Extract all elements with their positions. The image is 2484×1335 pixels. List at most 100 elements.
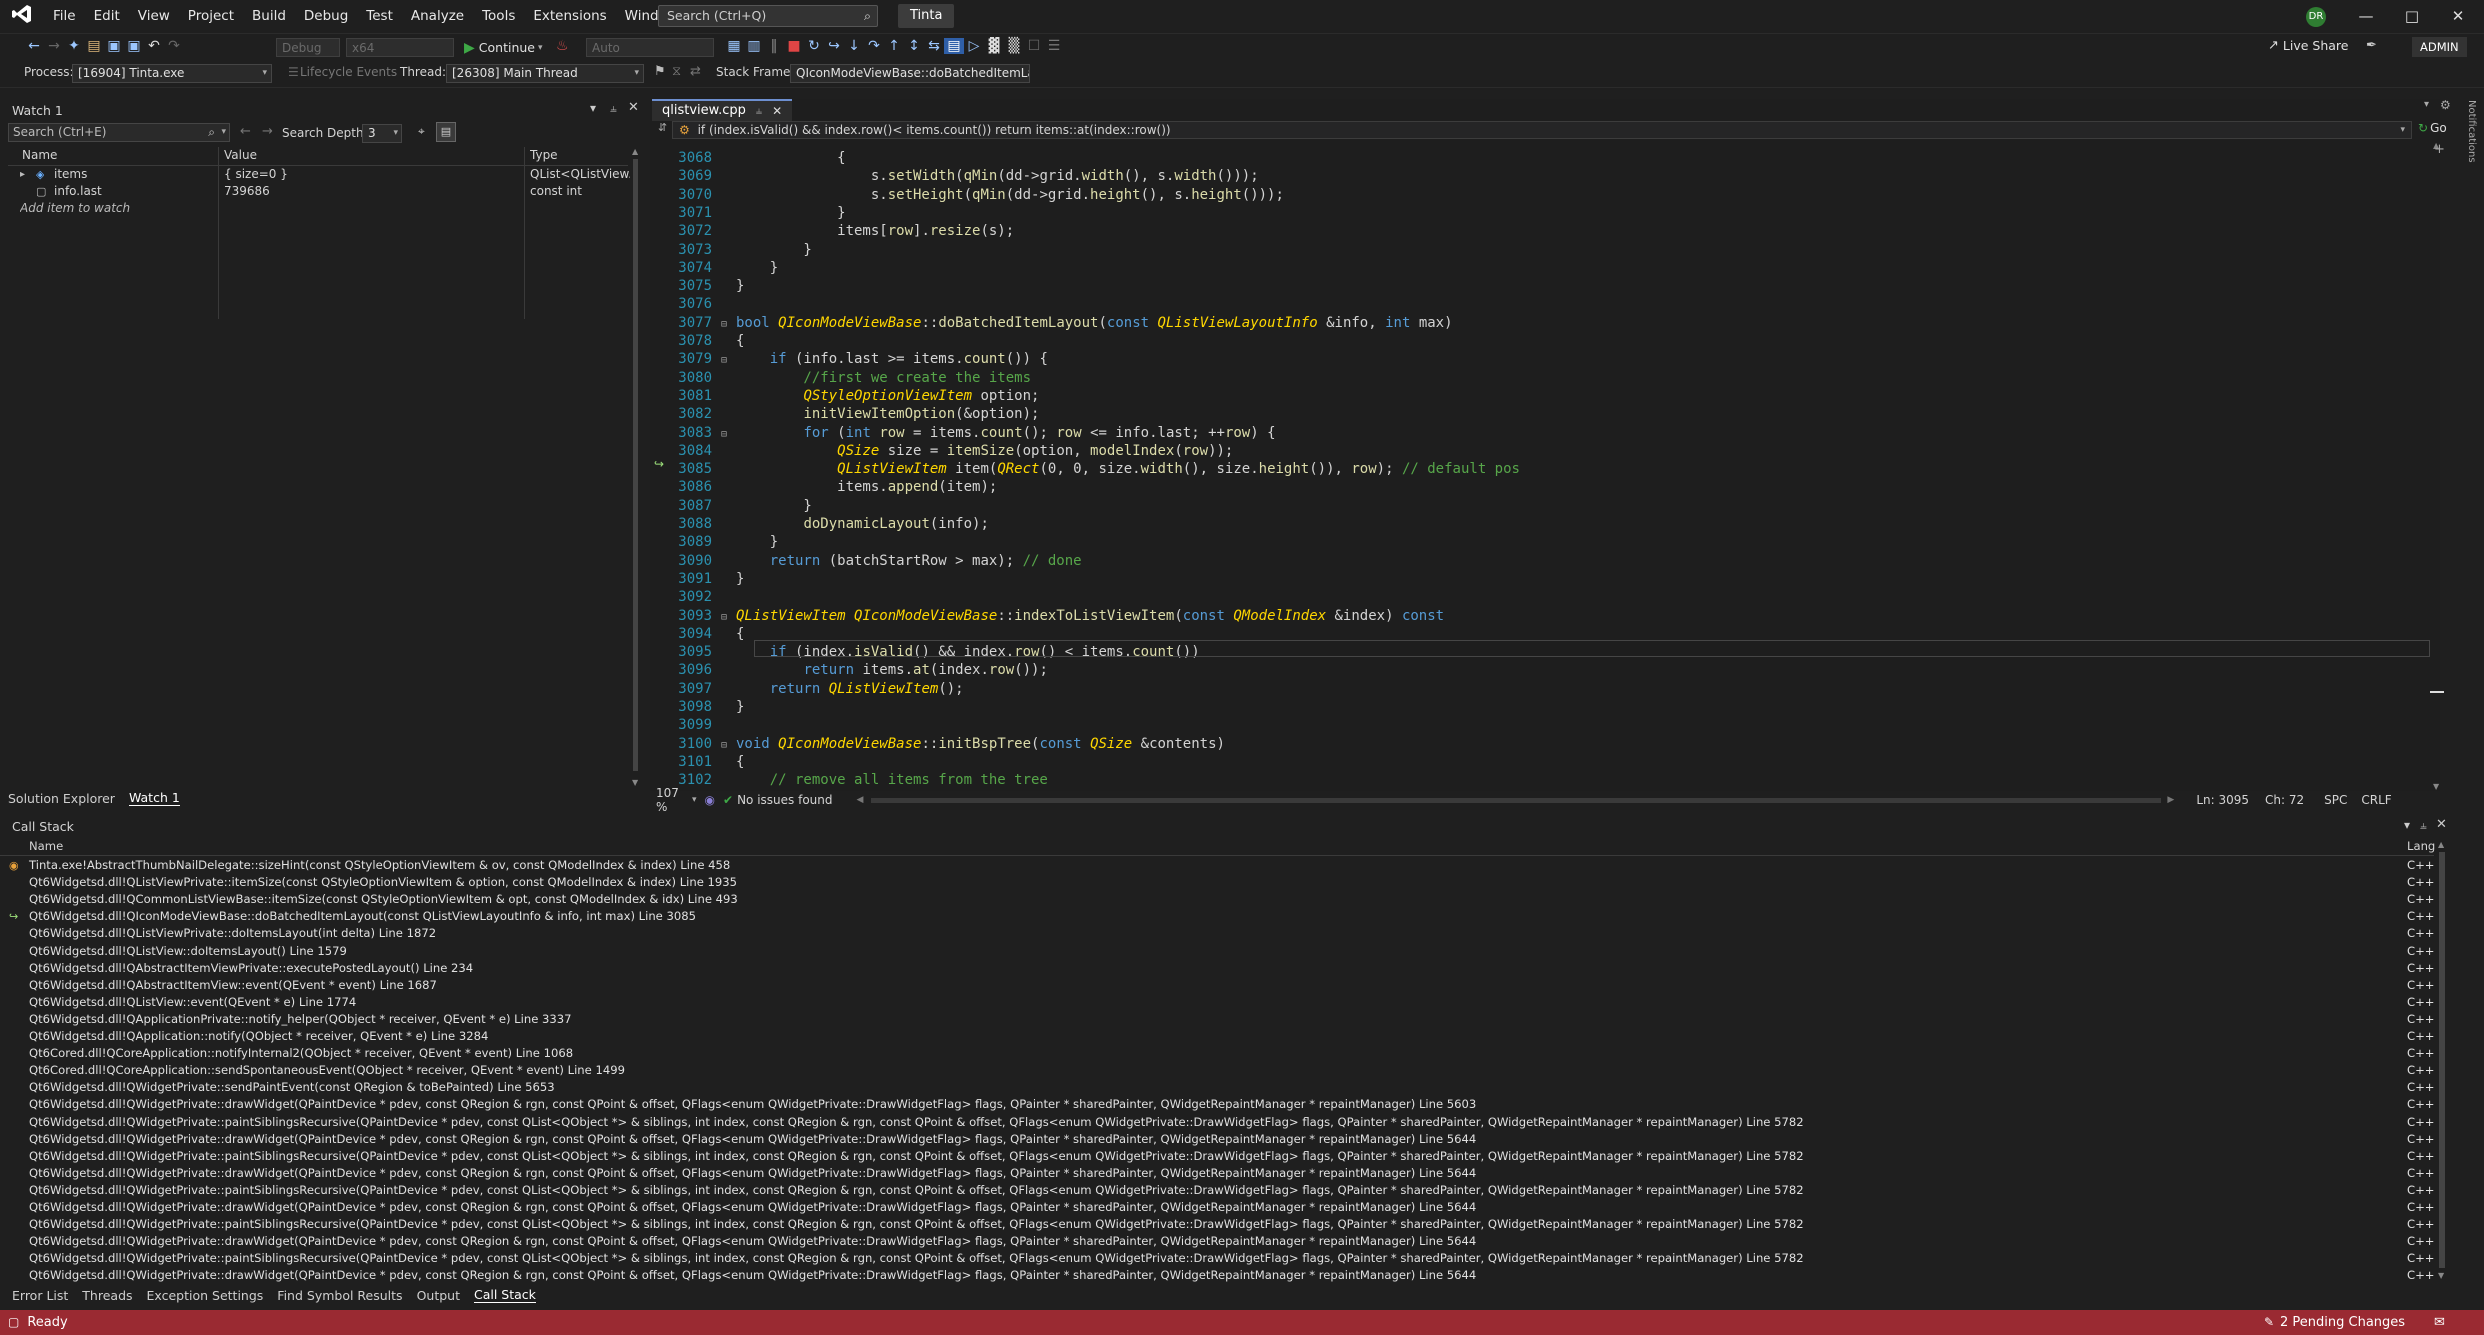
pending-changes[interactable]: 2 Pending Changes [2280, 1310, 2405, 1335]
code-line[interactable]: 3068 { [660, 149, 845, 167]
code-line[interactable]: 3085 QListViewItem item(QRect(0, 0, size… [660, 460, 1520, 478]
call-stack-frame[interactable]: Qt6Widgetsd.dll!QWidgetPrivate::paintSib… [0, 1114, 2435, 1131]
call-stack-frame[interactable]: Qt6Widgetsd.dll!QWidgetPrivate::drawWidg… [0, 1267, 2435, 1284]
watch-row[interactable]: ▸ ◈ items { size=0 } QList<QListView... [8, 166, 630, 183]
column-name[interactable]: Name [29, 838, 63, 855]
column-type[interactable]: Type [530, 147, 558, 164]
code-line[interactable]: 3096 return items.at(index.row()); [660, 661, 1048, 679]
code-line[interactable]: 3072 items[row].resize(s); [660, 222, 1014, 240]
call-stack-frame[interactable]: Qt6Widgetsd.dll!QWidgetPrivate::drawWidg… [0, 1131, 2435, 1148]
code-line[interactable]: 3079 ⊟ if (info.last >= items.count()) { [660, 350, 1048, 368]
expand-icon[interactable]: ▸ [20, 166, 25, 183]
code-line[interactable]: 3073 } [660, 241, 812, 259]
call-stack-frame[interactable]: ↪ Qt6Widgetsd.dll!QIconModeViewBase::doBa… [0, 908, 2435, 925]
menu-analyze[interactable]: Analyze [402, 0, 473, 33]
code-line[interactable]: 3074 } [660, 259, 778, 277]
stop-icon[interactable]: ■ [784, 38, 804, 54]
pin-watch-icon[interactable]: ⌖ [418, 124, 425, 139]
call-stack-frame[interactable]: Qt6Widgetsd.dll!QWidgetPrivate::paintSib… [0, 1148, 2435, 1165]
hex-display-icon[interactable]: ↕ [904, 38, 924, 54]
tab-solution-explorer[interactable]: Solution Explorer [8, 791, 115, 806]
column-value[interactable]: Value [224, 147, 257, 164]
code-line[interactable]: 3086 items.append(item); [660, 478, 997, 496]
step-over-icon[interactable]: ↷ [864, 38, 884, 54]
code-line[interactable]: 3078 { [660, 332, 744, 350]
call-stack-frame[interactable]: Qt6Widgetsd.dll!QWidgetPrivate::paintSib… [0, 1182, 2435, 1199]
auto-hide-icon[interactable]: ⫨ [610, 101, 617, 116]
menu-test[interactable]: Test [357, 0, 402, 33]
code-line[interactable]: 3102 // remove all items from the tree [660, 771, 1048, 789]
zoom-in-icon[interactable]: + [2434, 142, 2445, 157]
thread-combo[interactable]: [26308] Main Thread ▾ [446, 64, 644, 83]
search-forward-icon[interactable]: → [262, 124, 273, 139]
close-watch-icon[interactable]: ✕ [628, 100, 639, 115]
watch-scrollbar[interactable]: ▲ ▼ [630, 147, 640, 787]
whitespace-indicator[interactable]: SPC [2324, 793, 2347, 807]
close-call-stack-icon[interactable]: ✕ [2436, 817, 2447, 832]
call-stack-frame[interactable]: Qt6Widgetsd.dll!QAbstractItemViewPrivate… [0, 960, 2435, 977]
navigation-bar[interactable]: ⚙ if (index.isValid() && index.row()< it… [672, 121, 2412, 139]
code-line[interactable]: 3100 ⊟ void QIconModeViewBase::initBspTree… [660, 735, 1225, 753]
copilot-icon[interactable]: ◉ [705, 793, 715, 807]
settings-icon[interactable]: ⚙ [2440, 98, 2451, 112]
menu-debug[interactable]: Debug [295, 0, 357, 33]
code-line[interactable]: 3091} [660, 570, 744, 588]
call-stack-frame[interactable]: Qt6Widgetsd.dll!QApplicationPrivate::not… [0, 1011, 2435, 1028]
panel-menu-icon[interactable]: ▾ [2404, 818, 2410, 832]
call-stack-frame[interactable]: Qt6Widgetsd.dll!QListViewPrivate::doItem… [0, 925, 2435, 942]
call-stack-frame[interactable]: Qt6Cored.dll!QCoreApplication::notifyInt… [0, 1045, 2435, 1062]
maximize-icon[interactable]: □ [2389, 0, 2435, 33]
collapse-icon[interactable]: ⊟ [712, 426, 736, 444]
code-line[interactable]: 3089 } [660, 533, 778, 551]
nav-expand-icon[interactable]: ⇵ [658, 121, 667, 134]
code-line[interactable]: 3093 ⊟ QListViewItem QIconModeViewBase::in… [660, 607, 1444, 625]
code-line[interactable]: 3099 [660, 716, 736, 734]
code-line[interactable]: 3075} [660, 277, 744, 295]
call-stack-frame[interactable]: ◉ Tinta.exe!AbstractThumbNailDelegate::si… [0, 857, 2435, 874]
auto-hide-icon[interactable]: ⫨ [2420, 818, 2427, 833]
editor-scrollbar[interactable]: ▲ ▼ [2430, 141, 2444, 791]
notifications-icon[interactable]: ✉ [2434, 1310, 2445, 1335]
code-line[interactable]: 3094 { [660, 625, 744, 643]
collapse-icon[interactable]: ⇄ [690, 64, 701, 79]
stack-frame-combo[interactable]: QIconModeViewBase::doBatchedItemLay [790, 64, 1030, 83]
watch-value[interactable]: { size=0 } [224, 166, 288, 183]
code-line[interactable]: 3087 } [660, 497, 812, 515]
scroll-right-icon[interactable]: ▶ [2167, 795, 2174, 805]
watch-value[interactable]: 739686 [224, 183, 270, 200]
lifecycle-events-button[interactable]: Lifecycle Events [300, 65, 397, 79]
call-stack-frame[interactable]: Qt6Widgetsd.dll!QWidgetPrivate::drawWidg… [0, 1096, 2435, 1113]
code-line[interactable]: 3084 QSize size = itemSize(option, model… [660, 442, 1233, 460]
code-line[interactable]: 3083 ⊟ for (int row = items.count(); row … [660, 424, 1275, 444]
code-line[interactable]: 3070 s.setHeight(qMin(dd->grid.height(),… [660, 186, 1284, 204]
tab-threads[interactable]: Threads [82, 1288, 132, 1303]
code-line[interactable]: 3071 } [660, 204, 845, 222]
code-line[interactable]: 3082 initViewItemOption(&option); [660, 405, 1039, 423]
column-indicator[interactable]: Ch: 72 [2265, 793, 2304, 807]
collapse-icon[interactable]: ⊟ [712, 316, 736, 334]
call-stack-frame[interactable]: Qt6Widgetsd.dll!QApplication::notify(QOb… [0, 1028, 2435, 1045]
notifications-label[interactable]: Notifications [2466, 100, 2477, 163]
tab-list-icon[interactable]: ▾ [2424, 99, 2429, 110]
watch-row[interactable]: ▢ info.last 739686 const int [8, 183, 628, 200]
close-tab-icon[interactable]: ✕ [772, 101, 782, 121]
code-line[interactable]: 3069 s.setWidth(qMin(dd->grid.width(), s… [660, 167, 1258, 185]
search-depth-combo[interactable]: 3 ▾ [362, 124, 402, 143]
code-line[interactable]: 3101 { [660, 753, 744, 771]
tab-find-symbol-results[interactable]: Find Symbol Results [277, 1288, 402, 1303]
view-columns-icon[interactable]: ▤ [436, 122, 456, 142]
redo-icon[interactable]: ↷ [164, 38, 184, 54]
save-all-icon[interactable]: ▣ [124, 38, 144, 54]
watch-search-input[interactable]: Search (Ctrl+E) ⌕ ▾ [8, 123, 230, 142]
new-project-icon[interactable]: ✦ [64, 38, 84, 54]
diag-tools-icon[interactable]: ▤ [944, 38, 964, 54]
menu-project[interactable]: Project [179, 0, 243, 33]
toolbar-options-icon[interactable]: ☰ [1044, 38, 1064, 54]
call-stack-frame[interactable]: Qt6Cored.dll!QCoreApplication::sendSpont… [0, 1062, 2435, 1079]
feedback-icon[interactable]: ✒ [2366, 38, 2377, 53]
forward-nav-icon[interactable]: → [44, 38, 64, 54]
call-stack-scrollbar[interactable]: ▲ ▼ [2436, 840, 2448, 1280]
hot-reload-icon[interactable]: ♨ [556, 38, 569, 54]
show-next-statement-icon[interactable]: ↪ [824, 38, 844, 54]
continue-button[interactable]: ▶ Continue ▾ [464, 38, 543, 57]
